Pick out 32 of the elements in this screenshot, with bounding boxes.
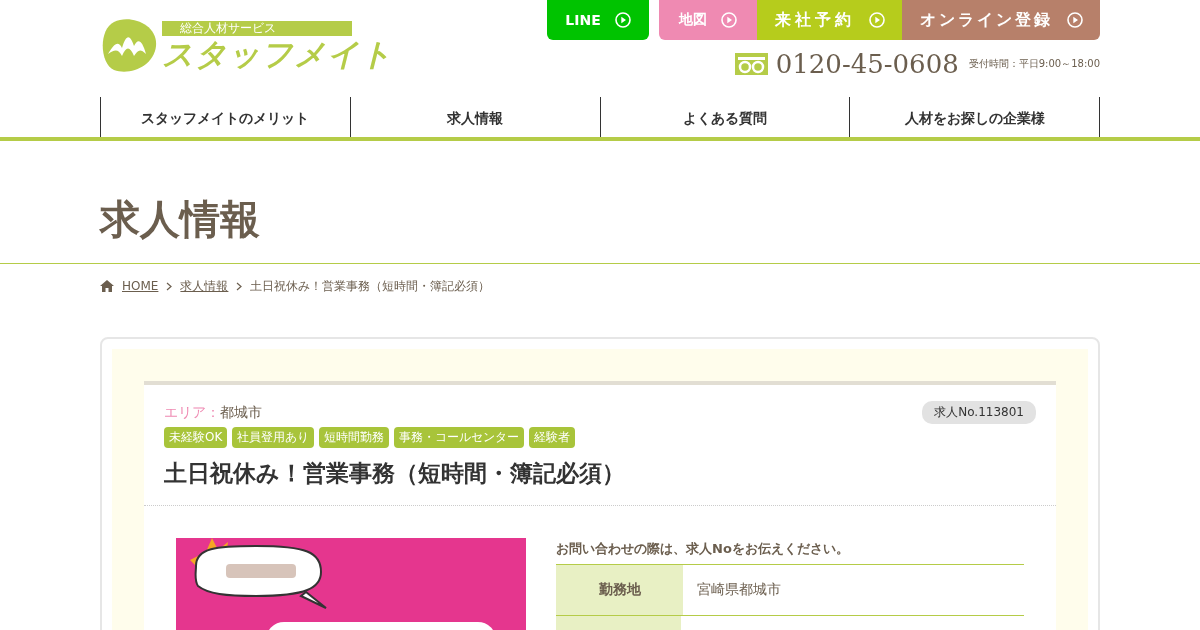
job-tag: 未経験OK: [164, 427, 228, 448]
play-icon: [868, 12, 885, 28]
free-dial-icon: [734, 53, 768, 75]
job-tag: 社員登用あり: [232, 427, 315, 448]
phone-number: 0120-45-0608: [775, 49, 959, 79]
page-title: 求人情報: [100, 195, 261, 244]
play-icon: [1066, 12, 1083, 28]
business-hours: 受付時間：平日9:00～18:00: [968, 57, 1100, 71]
logo-text: スタッフメイト: [162, 35, 393, 72]
job-tag: 経験者: [529, 427, 576, 448]
chevron-icon: [166, 281, 173, 291]
breadcrumb-link[interactable]: 求人情報: [180, 277, 229, 295]
detail-value: 宮崎県都城市: [683, 564, 1024, 616]
job-tag: 事務・コールセンター: [394, 427, 525, 448]
nav-link[interactable]: スタッフメイトのメリット: [100, 97, 350, 137]
nav-link[interactable]: 人材をお探しの企業様: [849, 97, 1100, 137]
home-icon: [100, 280, 114, 292]
job-tag: 短時間勤務: [319, 427, 390, 448]
breadcrumb-link[interactable]: HOME: [122, 279, 159, 293]
play-icon: [614, 12, 631, 28]
logo-icon: [100, 18, 158, 74]
chevron-icon: [236, 281, 243, 291]
job-area: エリア：都城市: [164, 403, 262, 422]
job-title: 土日祝休み！営業事務（短時間・簿記必須）: [164, 459, 626, 488]
nav-link[interactable]: 求人情報: [349, 97, 600, 137]
job-number: 求人No.113801: [922, 401, 1036, 424]
play-icon: [721, 12, 737, 28]
nav-link[interactable]: よくある質問: [599, 97, 850, 137]
detail-label: 勤務地: [556, 564, 683, 616]
logo-tagline: 総合人材サービス: [162, 20, 352, 36]
breadcrumb-current: 土日祝休み！営業事務（短時間・簿記必須）: [250, 277, 491, 295]
inquiry-note: お問い合わせの際は、求人Noをお伝えください。: [556, 540, 850, 558]
